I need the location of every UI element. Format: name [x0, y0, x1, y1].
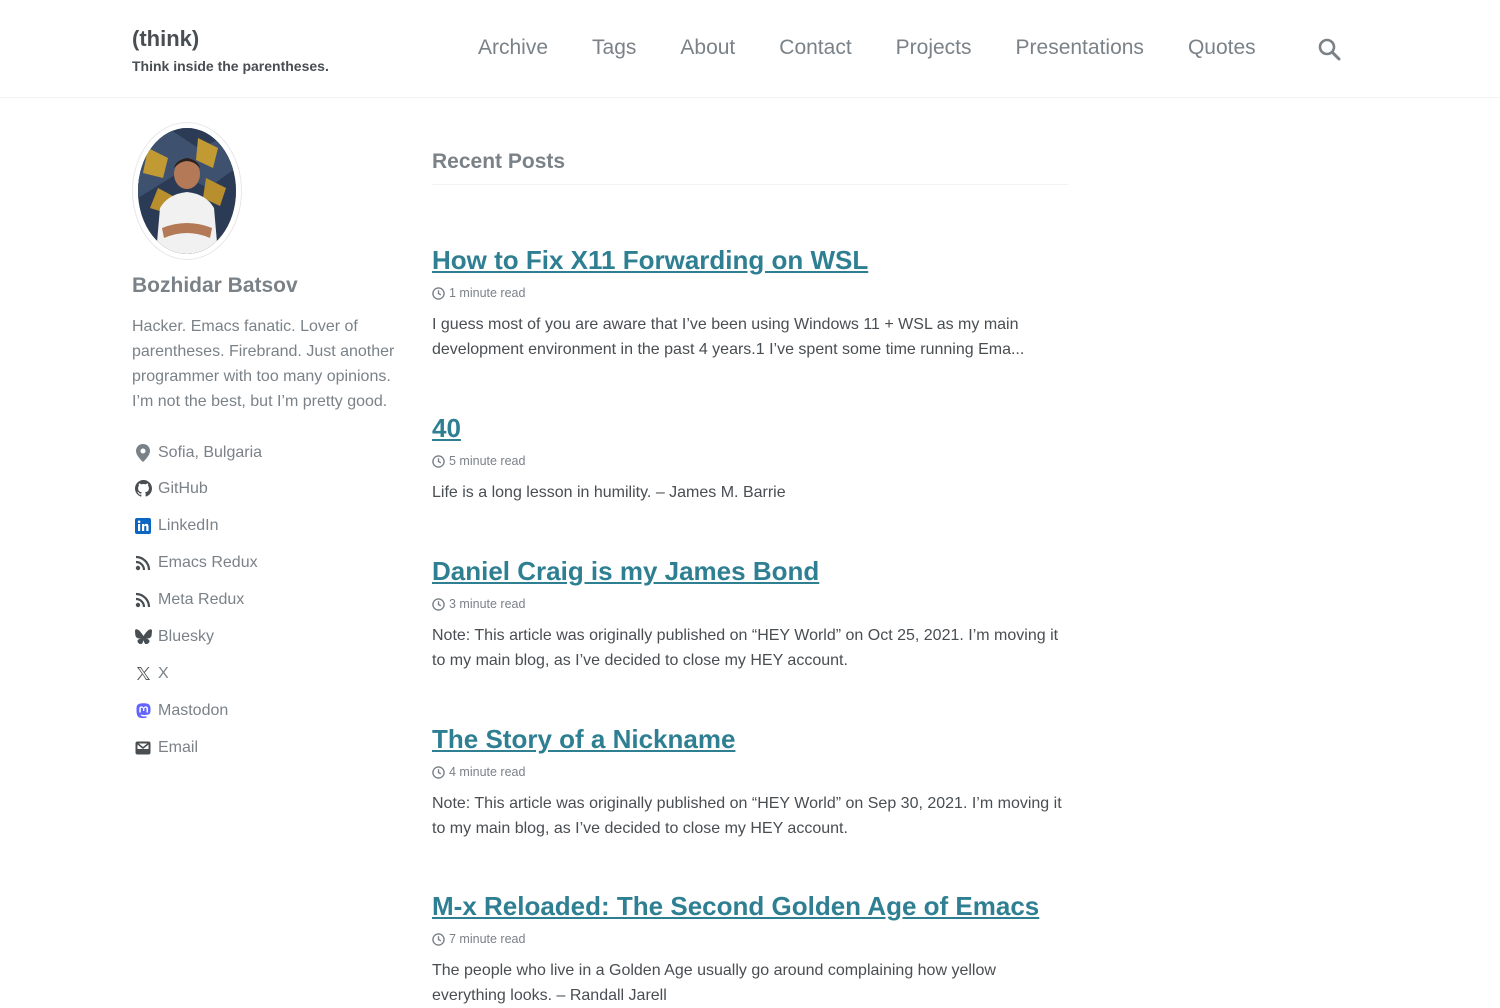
post-excerpt: Note: This article was originally publis… — [432, 795, 1062, 837]
post-item: How to Fix X11 Forwarding on WSL 1 minut… — [432, 245, 1068, 362]
author-sidebar: Bozhidar Batsov Hacker. Emacs fanatic. L… — [132, 122, 412, 766]
read-time: 3 minute read — [449, 597, 526, 611]
post-meta: 5 minute read — [432, 454, 1068, 468]
mastodon-icon — [134, 702, 152, 720]
read-time: 1 minute read — [449, 286, 526, 300]
rss-icon — [134, 591, 152, 609]
author-link-linkedin[interactable]: LinkedIn — [132, 507, 412, 544]
site-title[interactable]: (think) — [132, 26, 199, 52]
search-icon[interactable] — [1317, 37, 1343, 63]
author-links: Sofia, Bulgaria GitHub LinkedIn Emacs Re… — [132, 436, 412, 766]
location-pin-icon — [134, 444, 152, 462]
post-meta: 1 minute read — [432, 286, 1068, 300]
author-photo — [138, 128, 236, 254]
clock-icon — [432, 286, 445, 300]
nav-quotes[interactable]: Quotes — [1188, 36, 1256, 60]
post-excerpt: The people who live in a Golden Age usua… — [432, 962, 996, 1004]
nav-projects[interactable]: Projects — [896, 36, 972, 60]
post-excerpt: I guess most of you are aware that I’ve … — [432, 316, 1025, 358]
post-title-link[interactable]: 40 — [432, 413, 461, 444]
post-meta: 4 minute read — [432, 765, 1068, 779]
email-icon — [134, 739, 152, 757]
clock-icon — [432, 932, 445, 946]
author-name: Bozhidar Batsov — [132, 274, 298, 297]
clock-icon — [432, 597, 445, 611]
author-link-mastodon[interactable]: Mastodon — [132, 692, 412, 729]
post-title-link[interactable]: The Story of a Nickname — [432, 724, 735, 755]
section-title: Recent Posts — [432, 150, 1068, 185]
avatar — [132, 122, 242, 260]
clock-icon — [432, 765, 445, 779]
author-link-label[interactable]: GitHub — [158, 480, 208, 498]
read-time: 5 minute read — [449, 454, 526, 468]
nav-contact[interactable]: Contact — [779, 36, 851, 60]
nav-archive[interactable]: Archive — [478, 36, 548, 60]
site-subtitle: Think inside the parentheses. — [132, 58, 329, 74]
github-icon — [134, 480, 152, 498]
author-link-x[interactable]: X — [132, 655, 412, 692]
post-title-link[interactable]: M-x Reloaded: The Second Golden Age of E… — [432, 891, 1039, 922]
post-title-link[interactable]: How to Fix X11 Forwarding on WSL — [432, 245, 868, 276]
author-link-label[interactable]: LinkedIn — [158, 517, 219, 535]
nav-about[interactable]: About — [680, 36, 735, 60]
author-link-label[interactable]: Mastodon — [158, 702, 228, 720]
post-meta: 7 minute read — [432, 932, 1068, 946]
post-excerpt: Life is a long lesson in humility. – Jam… — [432, 484, 786, 501]
main-nav: Archive Tags About Contact Projects Pres… — [478, 36, 1300, 60]
read-time: 4 minute read — [449, 765, 526, 779]
post-excerpt: Note: This article was originally publis… — [432, 627, 1059, 669]
author-bio: Hacker. Emacs fanatic. Lover of parenthe… — [132, 318, 395, 410]
author-location: Sofia, Bulgaria — [158, 444, 263, 461]
author-link-label[interactable]: X — [158, 665, 169, 683]
author-link-emacs-redux[interactable]: Emacs Redux — [132, 544, 412, 581]
author-link-label[interactable]: Meta Redux — [158, 591, 244, 609]
masthead: (think) Think inside the parentheses. Ar… — [0, 0, 1500, 98]
read-time: 7 minute read — [449, 932, 526, 946]
rss-icon — [134, 554, 152, 572]
post-item: M-x Reloaded: The Second Golden Age of E… — [432, 891, 1068, 1008]
x-icon — [134, 665, 152, 683]
author-link-label[interactable]: Email — [158, 739, 198, 757]
post-item: The Story of a Nickname 4 minute read No… — [432, 724, 1068, 841]
post-item: 40 5 minute read Life is a long lesson i… — [432, 413, 1068, 505]
linkedin-icon — [134, 517, 152, 535]
author-link-email[interactable]: Email — [132, 729, 412, 766]
post-meta: 3 minute read — [432, 597, 1068, 611]
recent-posts: Recent Posts How to Fix X11 Forwarding o… — [432, 150, 1068, 1004]
author-link-meta-redux[interactable]: Meta Redux — [132, 581, 412, 618]
author-link-github[interactable]: GitHub — [132, 470, 412, 507]
bluesky-icon — [134, 628, 152, 646]
post-item: Daniel Craig is my James Bond 3 minute r… — [432, 556, 1068, 673]
author-link-label[interactable]: Emacs Redux — [158, 554, 258, 572]
nav-presentations[interactable]: Presentations — [1016, 36, 1144, 60]
nav-tags[interactable]: Tags — [592, 36, 636, 60]
post-title-link[interactable]: Daniel Craig is my James Bond — [432, 556, 819, 587]
author-link-bluesky[interactable]: Bluesky — [132, 618, 412, 655]
author-link-location: Sofia, Bulgaria — [132, 436, 412, 470]
author-link-label[interactable]: Bluesky — [158, 628, 214, 646]
clock-icon — [432, 454, 445, 468]
